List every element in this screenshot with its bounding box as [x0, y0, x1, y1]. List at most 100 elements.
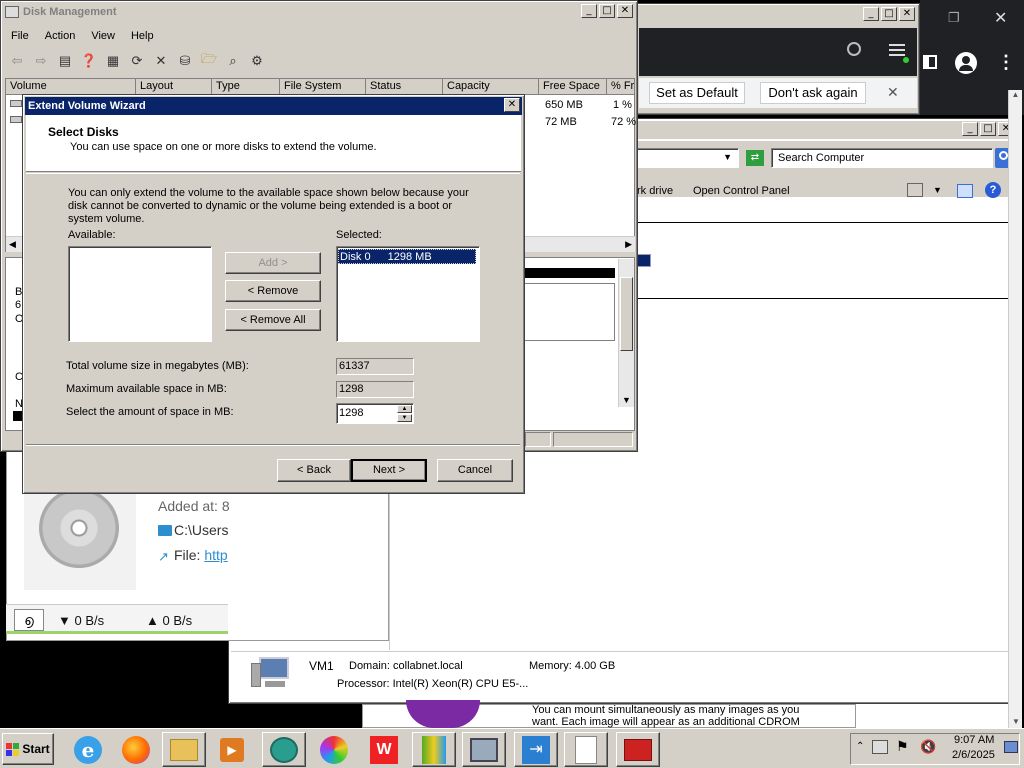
amount-spinner[interactable]: 1298 ▲ ▼ [336, 403, 414, 424]
view-dropdown-icon[interactable]: ▼ [933, 185, 942, 195]
file-link[interactable]: http [204, 547, 227, 563]
minimize-button[interactable]: _ [962, 122, 978, 136]
maximize-button[interactable]: □ [881, 7, 897, 21]
back-arrow-icon[interactable]: ⇦ [7, 51, 27, 71]
menu-view[interactable]: View [83, 26, 123, 46]
address-dropdown-icon[interactable]: ▼ [723, 152, 732, 162]
snail-icon[interactable]: ൭ [14, 609, 44, 631]
teal-app-icon[interactable] [262, 732, 306, 767]
close-bar-icon[interactable]: ✕ [887, 84, 899, 101]
remove-button[interactable]: < Remove [225, 280, 321, 302]
help-book-icon[interactable]: ❓ [79, 51, 99, 71]
network-icon[interactable] [872, 740, 888, 754]
col-volume[interactable]: Volume [6, 79, 136, 95]
start-button[interactable]: Start [2, 733, 54, 765]
address-bar[interactable]: ▼ [621, 148, 739, 168]
internet-explorer-icon[interactable]: e [66, 732, 110, 767]
add-button[interactable]: Add > [225, 252, 321, 274]
back-button[interactable]: < Back [277, 459, 351, 482]
firefox-icon[interactable] [114, 732, 158, 767]
wizard-header: Select Disks You can use space on one or… [26, 115, 521, 172]
scroll-up-icon[interactable]: ▲ [1009, 90, 1022, 99]
col-filesystem[interactable]: File System [280, 79, 366, 95]
col-free-space[interactable]: Free Space [539, 79, 607, 95]
preview-pane-icon[interactable] [957, 184, 973, 198]
open-folder-icon[interactable]: 🗁 [199, 51, 219, 71]
col-type[interactable]: Type [212, 79, 280, 95]
browser-close-icon[interactable]: ✕ [994, 8, 1007, 28]
clock-date[interactable]: 2/6/2025 [952, 749, 995, 761]
search-icon[interactable]: ⌕ [223, 51, 243, 71]
clock-time[interactable]: 9:07 AM [954, 734, 994, 746]
path-label[interactable]: C:\Users [174, 522, 228, 538]
search-computer-input[interactable]: Search Computer [771, 148, 993, 168]
menu-file[interactable]: File [3, 26, 37, 46]
col-percent-free[interactable]: % Fr [607, 79, 635, 95]
wizard-close-button[interactable]: ✕ [504, 98, 520, 112]
scroll-left-icon[interactable]: ◀ [9, 239, 16, 250]
browser-restore-icon[interactable]: ❐ [948, 10, 960, 26]
file-explorer-icon[interactable] [162, 732, 206, 767]
amount-value[interactable]: 1298 [339, 407, 363, 419]
selected-list-item[interactable]: Disk 0 1298 MB [338, 249, 476, 264]
available-list[interactable] [68, 246, 212, 342]
cancel-button[interactable]: Cancel [437, 459, 513, 482]
browser-menu-icon[interactable]: ⋮ [997, 52, 1015, 73]
tray-expand-icon[interactable]: ⌃ [856, 741, 864, 752]
show-desktop-icon[interactable] [1004, 741, 1018, 753]
spin-up-icon[interactable]: ▲ [397, 405, 412, 413]
scroll-thumb[interactable] [620, 277, 633, 351]
flag-icon[interactable]: ⚑ [896, 738, 909, 755]
delete-icon[interactable]: ✕ [151, 51, 171, 71]
vertical-scrollbar[interactable]: ▼ [618, 259, 634, 407]
menu-help[interactable]: Help [123, 26, 162, 46]
dont-ask-button[interactable]: Don't ask again [760, 82, 866, 104]
help-icon[interactable]: ? [985, 182, 1001, 198]
col-layout[interactable]: Layout [136, 79, 212, 95]
menu-action[interactable]: Action [37, 26, 84, 46]
notepad-icon[interactable] [564, 732, 608, 767]
partition-block[interactable] [523, 283, 615, 341]
spin-down-icon[interactable]: ▼ [397, 414, 412, 422]
partition-block[interactable] [523, 268, 615, 278]
toolbar-item-control-panel[interactable]: Open Control Panel [693, 185, 790, 197]
media-player-icon[interactable]: ▶ [210, 732, 254, 767]
col-status[interactable]: Status [366, 79, 443, 95]
minimize-button[interactable]: _ [581, 4, 597, 18]
set-default-button[interactable]: Set as Default [649, 82, 745, 104]
col-capacity[interactable]: Capacity [443, 79, 539, 95]
scrollbar[interactable]: ▲ ▼ [1008, 90, 1022, 728]
refresh-icon[interactable]: ⟳ [127, 51, 147, 71]
scroll-right-icon[interactable]: ▶ [625, 239, 632, 250]
selected-list[interactable]: Disk 0 1298 MB [336, 246, 480, 342]
toolbox-icon[interactable] [616, 732, 660, 767]
search-icon[interactable] [847, 42, 861, 56]
scroll-down-icon[interactable]: ▼ [622, 395, 631, 405]
properties-icon[interactable]: ▦ [103, 51, 123, 71]
volume-muted-icon[interactable]: 🔇 [920, 739, 936, 755]
settings-icon[interactable]: ⚙ [247, 51, 267, 71]
computer-app-icon[interactable] [462, 732, 506, 767]
remove-all-button[interactable]: < Remove All [225, 309, 321, 331]
scroll-down-icon[interactable]: ▼ [1009, 717, 1023, 726]
menu-icon[interactable] [889, 44, 905, 56]
volume-row-icon [10, 116, 22, 123]
wps-office-icon[interactable]: W [362, 732, 406, 767]
archive-app-icon[interactable] [412, 732, 456, 767]
next-button[interactable]: Next > [351, 459, 427, 482]
disk-properties-icon[interactable]: ⛁ [175, 51, 195, 71]
maximize-button[interactable]: □ [980, 122, 996, 136]
close-button[interactable]: ✕ [617, 4, 633, 18]
view-options-icon[interactable] [907, 183, 923, 197]
minimize-button[interactable]: _ [863, 7, 879, 21]
profile-icon[interactable] [955, 52, 977, 74]
go-icon[interactable]: ⇄ [746, 150, 764, 166]
toolbar-item-drive[interactable]: rk drive [637, 185, 673, 197]
photo-app-icon[interactable] [312, 732, 356, 767]
remote-desktop-icon[interactable]: ⇥ [514, 732, 558, 767]
close-button[interactable]: ✕ [899, 7, 915, 21]
maximize-button[interactable]: □ [599, 4, 615, 18]
forward-arrow-icon[interactable]: ⇨ [31, 51, 51, 71]
sidebar-toggle-icon[interactable] [923, 55, 937, 69]
show-hide-tree-icon[interactable]: ▤ [55, 51, 75, 71]
